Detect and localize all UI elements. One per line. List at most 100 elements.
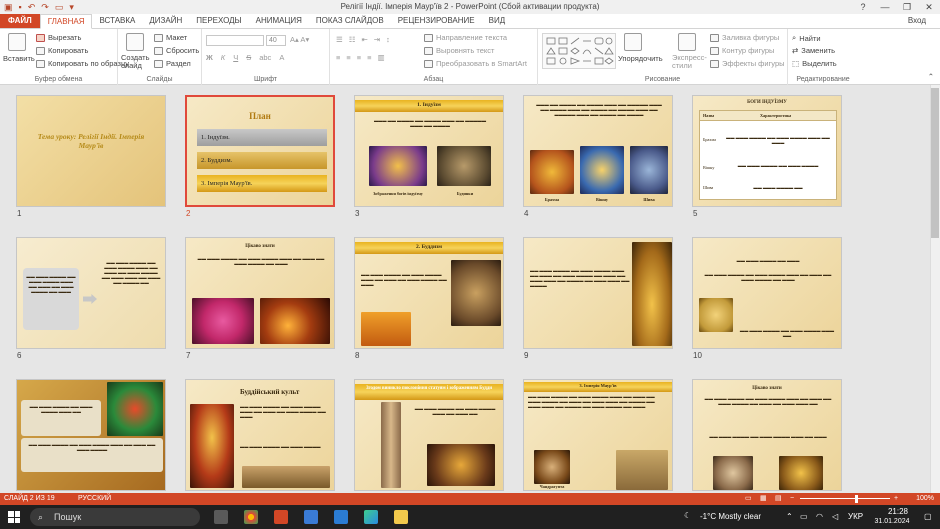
shape-outline-button[interactable]: Контур фигуры [710, 46, 774, 55]
windows-start-icon[interactable] [8, 511, 20, 523]
slide-thumbnail-13[interactable]: Згодом виникло поклоніння статуям і зобр… [354, 379, 504, 491]
cut-button[interactable]: Вырезать [36, 33, 81, 42]
slide-thumbnail-2[interactable]: План 1. Індуїзм. 2. Буддизм. 3. Імперія … [185, 95, 335, 207]
scrollbar-thumb[interactable] [931, 88, 939, 238]
mail-icon[interactable] [334, 510, 348, 524]
format-painter-button[interactable]: Копировать по образцу [36, 59, 129, 68]
slide-thumbnail-9[interactable]: ▬▬ ▬▬▬ ▬▬▬▬ ▬▬ ▬▬▬ ▬▬▬▬ ▬▬▬ ▬▬ ▬▬▬ ▬▬ ▬▬… [523, 237, 673, 349]
slide-thumbnail-12[interactable]: Буддійський культ ▬▬ ▬▬▬ ▬▬▬▬ ▬▬ ▬▬▬ ▬▬▬… [185, 379, 335, 491]
maximize-button[interactable]: ❐ [896, 0, 918, 14]
slide-thumbnail-1[interactable]: Тема уроку: Релігії Індії. Імперія Маур'… [16, 95, 166, 207]
justify-icon[interactable]: ≡ [367, 53, 371, 62]
copy-button[interactable]: Копировать [36, 46, 88, 55]
align-center-icon[interactable]: ≡ [346, 53, 350, 62]
collapse-ribbon-icon[interactable]: ⌃ [928, 72, 934, 81]
slide-thumbnail-11[interactable]: ▬▬ ▬▬▬ ▬▬▬▬ ▬▬ ▬▬▬ ▬▬▬▬ ▬▬▬ ▬▬ ▬▬ ▬▬▬ ▬▬… [16, 379, 166, 491]
font-size-combo[interactable]: 40 [266, 35, 286, 46]
align-left-icon[interactable]: ≡ [336, 53, 340, 62]
strikethrough-button[interactable]: S [246, 53, 251, 62]
tab-review[interactable]: РЕЦЕНЗИРОВАНИЕ [391, 14, 482, 28]
close-button[interactable]: ✕ [918, 0, 940, 14]
tab-view[interactable]: ВИД [482, 14, 513, 28]
slide-sorter-view-icon[interactable]: ▤ [775, 493, 782, 505]
powerpoint-taskbar-icon[interactable] [274, 510, 288, 524]
minimize-button[interactable]: — [874, 0, 896, 14]
font-color-icon[interactable]: A [279, 53, 284, 62]
zoom-in-icon[interactable]: + [894, 493, 898, 505]
select-button[interactable]: ⬚ Выделить [792, 59, 837, 68]
input-language[interactable]: УКР [848, 512, 863, 521]
zoom-out-icon[interactable]: − [790, 493, 794, 505]
tab-slideshow[interactable]: ПОКАЗ СЛАЙДОВ [309, 14, 391, 28]
tab-insert[interactable]: ВСТАВКА [92, 14, 142, 28]
line-spacing-icon[interactable]: ↕ [386, 35, 390, 44]
slide-thumbnail-5[interactable]: БОГИ ІНДУЇЗМУ Назва Характеристика Брахм… [692, 95, 842, 207]
slide-thumbnail-15[interactable]: Цікаво знати ▬▬ ▬▬▬ ▬▬▬▬ ▬▬ ▬▬▬ ▬▬▬▬ ▬▬▬… [692, 379, 842, 491]
numbering-icon[interactable]: ☷ [349, 35, 356, 44]
slide-thumbnail-4[interactable]: ▬▬▬ ▬▬ ▬▬▬▬ ▬▬ ▬▬▬▬ ▬▬▬ ▬▬ ▬▬▬▬▬ ▬▬▬ ▬▬ … [523, 95, 673, 207]
reset-button[interactable]: Сбросить [154, 46, 199, 55]
table-header-name: Назва [703, 113, 715, 118]
columns-icon[interactable]: ▥ [378, 53, 385, 62]
grow-font-icon[interactable]: A▴ A▾ [290, 35, 309, 44]
outdent-icon[interactable]: ⇥ [374, 35, 380, 44]
tray-overflow-icon[interactable]: ⌃ [786, 512, 793, 521]
shape-fill-button[interactable]: Заливка фигуры [710, 33, 779, 42]
bold-button[interactable]: Ж [206, 53, 213, 62]
notes-icon[interactable]: ▭ [745, 493, 752, 505]
slide-thumbnail-10[interactable]: ▬▬ ▬▬▬ ▬▬▬▬ ▬▬ ▬▬▬ ▬▬ ▬▬▬ ▬▬▬▬ ▬▬ ▬▬▬ ▬▬… [692, 237, 842, 349]
weather-text[interactable]: -1°C Mostly clear [700, 512, 761, 521]
tab-transitions[interactable]: ПЕРЕХОДЫ [189, 14, 248, 28]
shadow-button[interactable]: abc [259, 53, 271, 62]
volume-icon[interactable]: ◁ [832, 512, 838, 521]
shape-effects-button[interactable]: Эффекты фигуры [710, 59, 785, 68]
tab-design[interactable]: ДИЗАЙН [142, 14, 189, 28]
text-direction-button[interactable]: Направление текста [424, 33, 507, 42]
align-right-icon[interactable]: ≡ [357, 53, 361, 62]
paste-button[interactable]: Вставить [3, 54, 35, 63]
store-icon[interactable] [304, 510, 318, 524]
zoom-level[interactable]: 100% [916, 493, 934, 505]
italic-button[interactable]: К [221, 53, 225, 62]
normal-view-icon[interactable]: ▦ [760, 493, 767, 505]
underline-button[interactable]: Ч [233, 53, 238, 62]
replace-button[interactable]: ⇄ Заменить [792, 46, 835, 55]
font-name-combo[interactable] [206, 35, 264, 46]
wifi-icon[interactable]: ◠ [816, 512, 823, 521]
chrome-icon[interactable] [244, 510, 258, 524]
slide-thumbnail-3[interactable]: 1. Індуїзм ▬▬▬ ▬▬ ▬▬▬▬ ▬▬ ▬▬▬▬ ▬▬▬ ▬▬ ▬▬… [354, 95, 504, 207]
find-button[interactable]: ⌕ Найти [792, 33, 821, 43]
zoom-slider[interactable] [800, 498, 890, 499]
slide-thumbnail-14[interactable]: 3. Імперія Маур'їв ▬▬ ▬▬▬ ▬▬▬▬ ▬▬ ▬▬▬ ▬▬… [523, 379, 673, 491]
notifications-icon[interactable]: ▢ [924, 512, 932, 521]
shapes-gallery[interactable] [542, 33, 616, 69]
zoom-slider-thumb[interactable] [854, 495, 858, 503]
clipboard-group-label: Буфер обмена [34, 76, 83, 83]
tab-animations[interactable]: АНИМАЦИЯ [249, 14, 309, 28]
sign-in-link[interactable]: Вход [908, 16, 926, 25]
tab-file[interactable]: ФАЙЛ [0, 14, 40, 28]
new-slide-button[interactable]: Создать слайд [121, 54, 155, 70]
slide-thumbnail-8[interactable]: 2. Буддизм ▬▬ ▬▬▬ ▬▬▬▬ ▬▬ ▬▬▬ ▬▬▬▬ ▬▬▬ ▬… [354, 237, 504, 349]
indent-icon[interactable]: ⇤ [361, 35, 367, 44]
help-button[interactable]: ? [852, 0, 874, 14]
file-explorer-icon[interactable] [394, 510, 408, 524]
edge-icon[interactable] [364, 510, 378, 524]
taskbar-search-box[interactable]: ⌕ Пошук [30, 508, 200, 526]
slide-thumbnail-7[interactable]: Цікаво знати ▬▬ ▬▬▬ ▬▬▬▬ ▬▬ ▬▬▬ ▬▬▬▬ ▬▬▬… [185, 237, 335, 349]
quick-styles-button[interactable]: Экспресс-стили [672, 54, 707, 70]
clock-date[interactable]: 31.01.2024 [866, 518, 918, 525]
language-indicator[interactable]: РУССКИЙ [78, 493, 111, 505]
align-text-button[interactable]: Выровнять текст [424, 46, 494, 55]
bullets-icon[interactable]: ☰ [336, 35, 343, 44]
slide-thumbnail-6[interactable]: ▬▬ ▬▬▬ ▬▬▬▬ ▬▬ ▬▬▬ ▬▬▬▬ ▬▬▬ ▬▬ ▬▬▬ ▬▬ ▬▬… [16, 237, 166, 349]
convert-smartart-button[interactable]: Преобразовать в SmartArt [424, 59, 527, 68]
clock-time[interactable]: 21:28 [878, 507, 918, 516]
layout-button[interactable]: Макет [154, 33, 187, 42]
network-icon[interactable]: ▭ [800, 512, 808, 521]
tab-home[interactable]: ГЛАВНАЯ [39, 14, 93, 29]
section-button[interactable]: Раздел [154, 59, 191, 68]
arrange-button[interactable]: Упорядочить [618, 54, 663, 63]
task-view-icon[interactable] [214, 510, 228, 524]
weather-icon[interactable]: ☾ [684, 511, 691, 520]
